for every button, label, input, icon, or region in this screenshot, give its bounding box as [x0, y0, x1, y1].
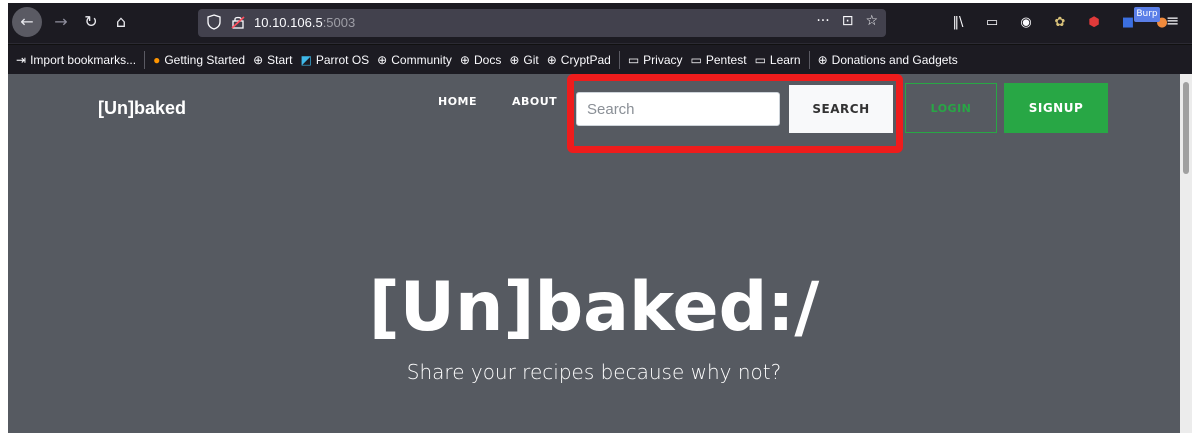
globe-icon: ⊕	[377, 52, 388, 67]
bookmark-label: Learn	[769, 52, 801, 67]
hero-title: [Un]baked:/	[368, 268, 820, 347]
globe-icon: ⊕	[546, 52, 557, 67]
bookmark-cryptpad[interactable]: ⊕ CryptPad	[547, 53, 611, 67]
url-host: 10.10.106.5	[254, 15, 323, 30]
bookmark-pentest[interactable]: ▭ Pentest	[691, 53, 747, 67]
bookmark-label: Git	[523, 52, 539, 67]
search-input[interactable]	[576, 92, 780, 126]
home-icon[interactable]: ⌂	[106, 7, 136, 37]
bookmark-star-icon[interactable]: ☆	[865, 13, 878, 29]
bookmark-label: Docs	[473, 52, 502, 67]
bookmark-label: Pentest	[705, 52, 747, 67]
signup-button[interactable]: SIGNUP	[1004, 83, 1108, 133]
bookmark-parrot-os[interactable]: ◩ Parrot OS	[300, 53, 369, 67]
bookmark-docs[interactable]: ⊕ Docs	[460, 53, 501, 67]
forward-icon[interactable]: →	[46, 7, 76, 37]
firefox-icon: ●	[153, 52, 161, 67]
bookmark-label: CryptPad	[560, 52, 611, 67]
account-icon[interactable]: ◉	[1016, 13, 1036, 33]
bookmark-separator	[144, 50, 146, 69]
browser-window: ← → ↻ ⌂ 10.10.106.5:5003 ··· ⊡ ☆ ‖\ ▭ ◉ …	[8, 3, 1192, 433]
bookmark-label: Donations and Gadgets	[831, 52, 958, 67]
globe-icon: ⊕	[459, 52, 470, 67]
bookmark-start[interactable]: ⊕ Start	[253, 53, 292, 67]
bookmark-import[interactable]: ⇥ Import bookmarks...	[16, 53, 136, 67]
parrot-icon: ◩	[300, 52, 312, 67]
url-actions: ··· ⊡ ☆	[816, 13, 878, 29]
bookmark-label: Getting Started	[164, 52, 246, 67]
shield-icon[interactable]	[206, 14, 222, 30]
bookmark-getting-started[interactable]: ● Getting Started	[153, 53, 245, 67]
bookmark-learn[interactable]: ▭ Learn	[755, 53, 801, 67]
url-bar[interactable]: 10.10.106.5:5003 ··· ⊡ ☆	[198, 9, 886, 37]
bookmark-privacy[interactable]: ▭ Privacy	[628, 53, 683, 67]
url-text[interactable]: 10.10.106.5:5003	[254, 15, 355, 30]
page-scrollbar[interactable]	[1180, 74, 1192, 433]
nav-about-link[interactable]: ABOUT	[512, 95, 557, 108]
bookmark-git[interactable]: ⊕ Git	[509, 53, 538, 67]
folder-icon: ▭	[754, 52, 766, 67]
globe-icon: ⊕	[253, 52, 264, 67]
bookmark-separator	[808, 50, 810, 69]
scrollbar-thumb[interactable]	[1183, 82, 1189, 174]
bookmark-label: Community	[391, 52, 452, 67]
reload-icon[interactable]: ↻	[76, 7, 106, 37]
bookmark-community[interactable]: ⊕ Community	[377, 53, 452, 67]
globe-icon: ⊕	[817, 52, 828, 67]
bookmark-label: Parrot OS	[315, 52, 370, 67]
library-icon[interactable]: ‖\	[948, 13, 968, 33]
bookmarks-bar: ⇥ Import bookmarks... ● Getting Started ⊕ S…	[8, 44, 1192, 74]
search-button[interactable]: SEARCH	[789, 85, 893, 133]
ublock-icon[interactable]: ⬢	[1084, 13, 1104, 33]
folder-icon: ▭	[627, 52, 640, 67]
import-icon: ⇥	[16, 52, 27, 67]
url-port: :5003	[322, 15, 356, 30]
bookmark-separator	[618, 50, 620, 69]
page-actions-icon[interactable]: ···	[816, 13, 829, 29]
login-button[interactable]: LOGIN	[905, 83, 997, 133]
burp-badge: Burp	[1134, 7, 1160, 22]
folder-icon: ▭	[690, 52, 702, 67]
menu-icon[interactable]: ≡	[1166, 11, 1179, 30]
sidebar-icon[interactable]: ▭	[982, 13, 1002, 33]
bookmark-donations[interactable]: ⊕ Donations and Gadgets	[818, 53, 958, 67]
back-icon[interactable]: ←	[12, 7, 42, 37]
bookmark-label: Privacy	[643, 52, 683, 67]
globe-icon: ⊕	[509, 52, 520, 67]
site-brand[interactable]: [Un]baked	[98, 98, 186, 119]
bookmark-label: Start	[267, 52, 293, 67]
web-page: [Un]baked HOME ABOUT SEARCH LOGIN SIGNUP…	[8, 74, 1180, 433]
browser-toolbar: ← → ↻ ⌂ 10.10.106.5:5003 ··· ⊡ ☆ ‖\ ▭ ◉ …	[8, 3, 1192, 43]
bookmark-label: Import bookmarks...	[30, 52, 137, 67]
hero-subtitle: Share your recipes because why not?	[406, 360, 782, 384]
lock-icon[interactable]	[230, 14, 246, 30]
extension-icon[interactable]: ✿	[1050, 13, 1070, 33]
nav-home-link[interactable]: HOME	[438, 95, 477, 108]
pocket-icon[interactable]: ⊡	[842, 13, 854, 29]
